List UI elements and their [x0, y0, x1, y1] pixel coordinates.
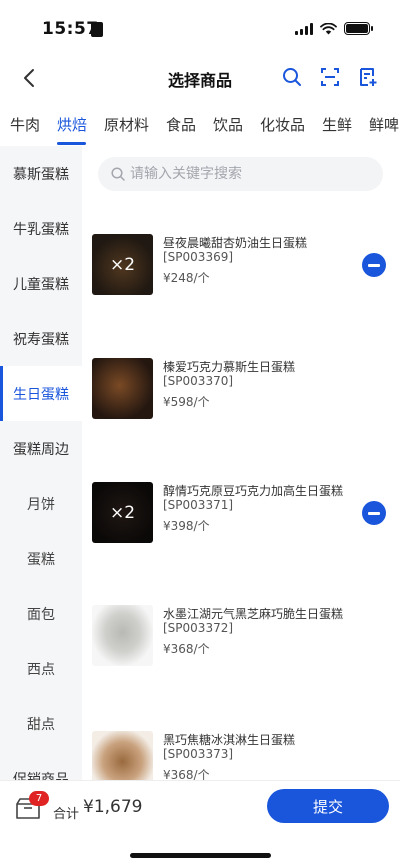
search-input[interactable] — [130, 157, 370, 191]
search-icon — [111, 167, 125, 181]
product-image — [92, 605, 153, 666]
tab-cosmetics[interactable]: 化妆品 — [260, 114, 305, 135]
sidebar-item[interactable]: 促销商品 — [0, 751, 82, 781]
sidebar-item[interactable]: 儿童蛋糕 — [0, 256, 82, 311]
product-quantity-overlay: ×2 — [92, 482, 153, 543]
sidebar-item[interactable]: 月饼 — [0, 476, 82, 531]
sidebar-item[interactable]: 牛乳蛋糕 — [0, 201, 82, 256]
product-code: [SP003371] — [163, 498, 234, 512]
submit-button[interactable]: 提交 — [267, 789, 389, 823]
cart-count-badge: 7 — [29, 791, 49, 806]
scan-icon[interactable] — [318, 65, 342, 89]
product-item[interactable]: ×2 醇情巧克原豆巧克力加高生日蛋糕 [SP003371] ¥398/个 — [92, 482, 392, 546]
tab-fresh[interactable]: 生鲜 — [322, 114, 352, 135]
product-code: [SP003373] — [163, 747, 234, 761]
sidebar-item[interactable]: 蛋糕 — [0, 531, 82, 586]
tab-baking[interactable]: 烘焙 — [57, 114, 87, 135]
sidebar-item[interactable]: 甜点 — [0, 696, 82, 751]
product-name: 榛爱巧克力慕斯生日蛋糕 — [163, 360, 296, 374]
sidebar-item[interactable]: 祝寿蛋糕 — [0, 311, 82, 366]
battery-icon — [344, 22, 373, 35]
add-list-icon[interactable] — [356, 65, 380, 89]
product-name: 昼夜晨曦甜杏奶油生日蛋糕 — [163, 236, 308, 250]
nav-actions — [280, 65, 380, 89]
product-price: ¥248/个 — [163, 271, 210, 285]
sidebar-item[interactable]: 慕斯蛋糕 — [0, 146, 82, 201]
bottom-bar: 7 合计 ¥1,679 提交 — [0, 780, 400, 866]
sidebar-item[interactable]: 蛋糕周边 — [0, 421, 82, 476]
status-bar: 15:57 — [0, 0, 400, 56]
category-tabs: 牛肉 烘焙 原材料 食品 饮品 化妆品 生鲜 鲜啤 — [0, 106, 400, 146]
product-code: [SP003370] — [163, 374, 234, 388]
active-tab-indicator — [57, 142, 86, 145]
product-name: 黑巧焦糖冰淇淋生日蛋糕 — [163, 733, 296, 747]
tab-food[interactable]: 食品 — [166, 114, 196, 135]
product-image — [92, 358, 153, 419]
product-price: ¥368/个 — [163, 642, 210, 656]
product-image: ×2 — [92, 234, 153, 295]
sidebar-item[interactable]: 西点 — [0, 641, 82, 696]
tab-raw-materials[interactable]: 原材料 — [104, 114, 149, 135]
product-price: ¥598/个 — [163, 395, 210, 409]
tab-beef[interactable]: 牛肉 — [10, 114, 40, 135]
total-label: 合计 — [53, 807, 80, 822]
product-name: 醇情巧克原豆巧克力加高生日蛋糕 — [163, 484, 344, 498]
tab-drinks[interactable]: 饮品 — [213, 114, 243, 135]
search-icon[interactable] — [280, 65, 304, 89]
search-box — [98, 157, 383, 191]
cellular-signal-icon — [295, 22, 313, 35]
decrease-quantity-button[interactable] — [362, 501, 386, 525]
wifi-icon — [320, 22, 337, 34]
product-code: [SP003369] — [163, 250, 234, 264]
product-item[interactable]: ×2 昼夜晨曦甜杏奶油生日蛋糕 [SP003369] ¥248/个 — [92, 234, 392, 298]
product-item[interactable]: 榛爱巧克力慕斯生日蛋糕 [SP003370] ¥598/个 — [92, 358, 392, 422]
nav-bar: 选择商品 — [0, 56, 400, 100]
total-value: ¥1,679 — [83, 797, 143, 817]
decrease-quantity-button[interactable] — [362, 253, 386, 277]
subcategory-sidebar: 慕斯蛋糕 牛乳蛋糕 儿童蛋糕 祝寿蛋糕 生日蛋糕 蛋糕周边 月饼 蛋糕 面包 西… — [0, 146, 82, 780]
home-indicator — [130, 853, 271, 858]
sidebar-item-active[interactable]: 生日蛋糕 — [0, 366, 82, 421]
sidebar-item[interactable]: 面包 — [0, 586, 82, 641]
orientation-lock-icon — [91, 22, 103, 37]
product-code: [SP003372] — [163, 621, 234, 635]
product-name: 水墨江湖元气黑芝麻巧脆生日蛋糕 — [163, 607, 344, 621]
product-quantity-overlay: ×2 — [92, 234, 153, 295]
status-icons — [295, 22, 373, 35]
product-image: ×2 — [92, 482, 153, 543]
tab-fresh-beer[interactable]: 鲜啤 — [369, 114, 399, 135]
product-price: ¥398/个 — [163, 519, 210, 533]
product-item[interactable]: 水墨江湖元气黑芝麻巧脆生日蛋糕 [SP003372] ¥368/个 — [92, 605, 392, 669]
